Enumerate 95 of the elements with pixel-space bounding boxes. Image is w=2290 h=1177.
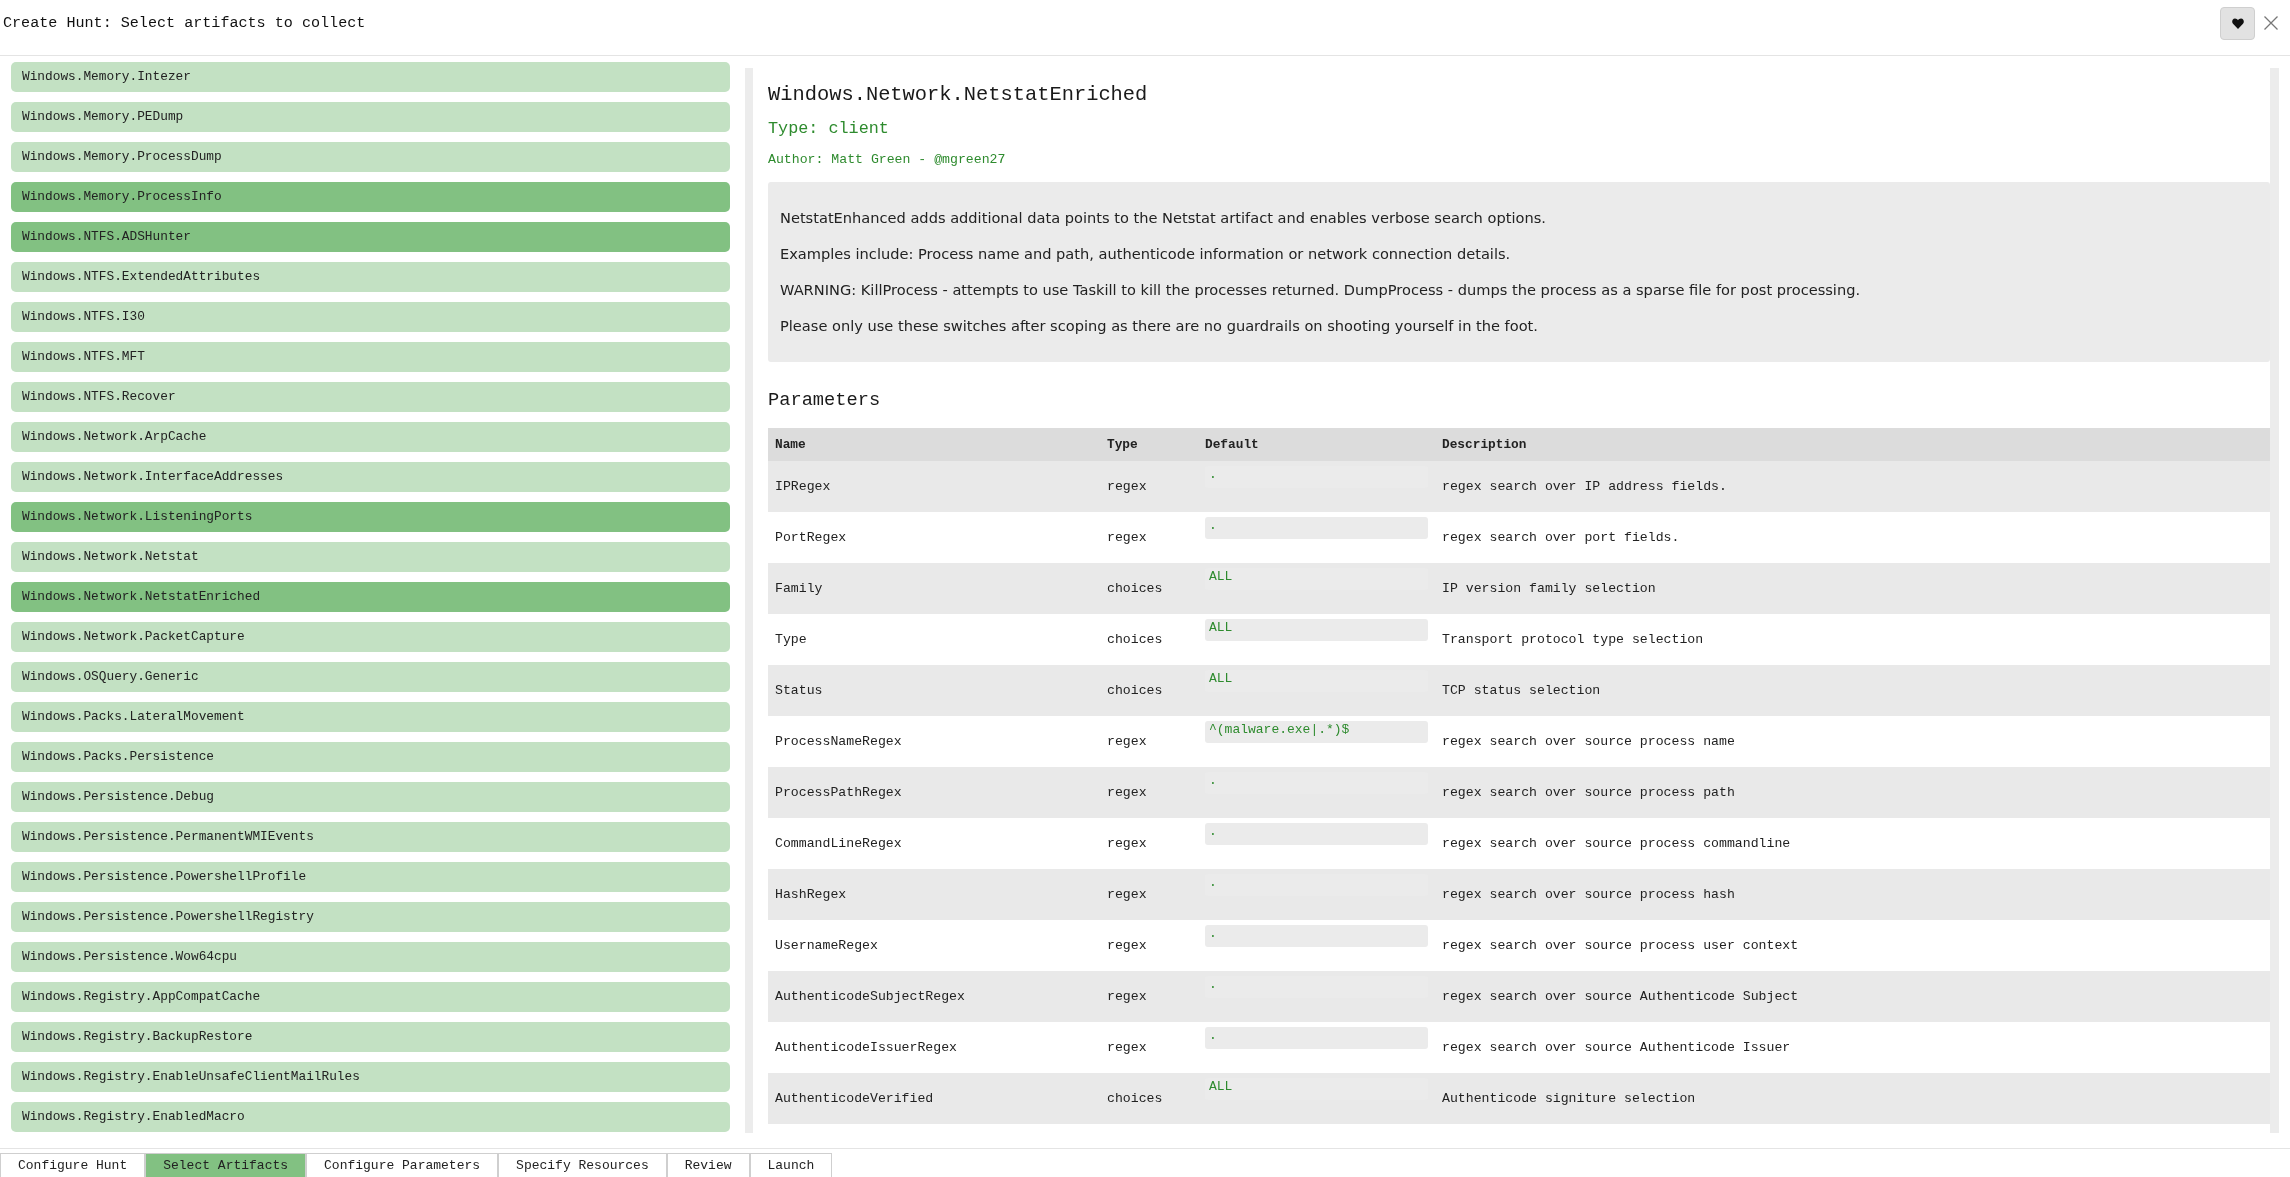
close-icon xyxy=(2264,16,2278,30)
artifact-item[interactable]: Windows.Memory.ProcessDump xyxy=(11,142,730,172)
artifact-item[interactable]: Windows.Packs.LateralMovement xyxy=(11,702,730,732)
table-cell-text: regex xyxy=(1106,834,1148,853)
wizard-tab[interactable]: Configure Parameters xyxy=(306,1153,499,1177)
artifact-item[interactable]: Windows.Network.Netstat xyxy=(11,542,730,572)
table-cell-text: regex xyxy=(1106,885,1148,904)
table-cell-text: Family xyxy=(774,579,824,598)
table-cell-text: AuthenticodeVerified xyxy=(774,1089,935,1108)
table-cell-text: choices xyxy=(1106,681,1164,700)
table-cell-text: AuthenticodeSubjectRegex xyxy=(774,987,966,1006)
table-cell-text: regex search over port fields. xyxy=(1441,528,1681,547)
column-header: Name xyxy=(774,435,807,454)
table-cell-text: choices xyxy=(1106,630,1164,649)
artifact-type: Type: client xyxy=(768,118,890,140)
artifact-item[interactable]: Windows.Persistence.Wow64cpu xyxy=(11,942,730,972)
table-cell-text: PortRegex xyxy=(774,528,848,547)
artifact-item[interactable]: Windows.NTFS.I30 xyxy=(11,302,730,332)
table-cell-text: Type xyxy=(774,630,808,649)
artifact-item[interactable]: Windows.Persistence.Debug xyxy=(11,782,730,812)
description-paragraph: NetstatEnhanced adds additional data points to the Netstat artifact and enables verbose search options. xyxy=(780,208,1547,228)
artifact-item[interactable]: Windows.Network.InterfaceAddresses xyxy=(11,462,730,492)
table-cell-text: CommandLineRegex xyxy=(774,834,903,853)
description-paragraph: Examples include: Process name and path, authenticode information or network connection details. xyxy=(780,244,1512,264)
default-field[interactable]: . xyxy=(1205,1027,1428,1049)
artifact-item[interactable]: Windows.Persistence.PowershellRegistry xyxy=(11,902,730,932)
artifact-item[interactable]: Windows.Memory.Intezer xyxy=(11,62,730,92)
table-cell-text: regex search over source process commandline xyxy=(1441,834,1792,853)
table-cell-text: regex search over source process hash xyxy=(1441,885,1736,904)
table-cell-text: regex search over IP address fields. xyxy=(1441,477,1728,496)
table-cell-text: regex xyxy=(1106,732,1148,751)
artifact-title: Windows.Network.NetstatEnriched xyxy=(768,82,1149,108)
default-field[interactable]: . xyxy=(1205,517,1428,539)
table-cell-text: regex search over source process name xyxy=(1441,732,1736,751)
column-header: Type xyxy=(1106,435,1139,454)
artifact-item[interactable]: Windows.Network.NetstatEnriched xyxy=(11,582,730,612)
default-field[interactable]: . xyxy=(1205,823,1428,845)
table-cell-text: regex xyxy=(1106,936,1148,955)
artifact-item[interactable]: Windows.Registry.AppCompatCache xyxy=(11,982,730,1012)
table-cell-text: IPRegex xyxy=(774,477,832,496)
table-cell-text: regex search over source process path xyxy=(1441,783,1736,802)
column-header: Description xyxy=(1441,435,1528,454)
table-cell-text: regex search over source process user context xyxy=(1441,936,1800,955)
artifact-item[interactable]: Windows.Registry.BackupRestore xyxy=(11,1022,730,1052)
table-cell-text: choices xyxy=(1106,1089,1164,1108)
table-cell-text: HashRegex xyxy=(774,885,848,904)
column-header: Default xyxy=(1204,435,1260,454)
table-cell-text: ProcessPathRegex xyxy=(774,783,903,802)
artifact-item[interactable]: Windows.Persistence.PowershellProfile xyxy=(11,862,730,892)
wizard-tab[interactable]: Select Artifacts xyxy=(145,1153,307,1177)
default-field[interactable]: . xyxy=(1205,925,1428,947)
artifact-item[interactable]: Windows.NTFS.Recover xyxy=(11,382,730,412)
default-field[interactable]: ^(malware.exe|.*)$ xyxy=(1205,721,1428,743)
table-cell-text: regex xyxy=(1106,477,1148,496)
table-cell-text: Authenticode signiture selection xyxy=(1441,1089,1697,1108)
artifact-item[interactable]: Windows.Memory.ProcessInfo xyxy=(11,182,730,212)
parameters-heading: Parameters xyxy=(768,388,882,413)
artifact-item[interactable]: Windows.Network.PacketCapture xyxy=(11,622,730,652)
table-cell-text: Status xyxy=(774,681,824,700)
artifact-item[interactable]: Windows.NTFS.ADSHunter xyxy=(11,222,730,252)
table-cell-text: regex xyxy=(1106,528,1148,547)
table-cell-text: regex xyxy=(1106,1038,1148,1057)
table-cell-text: TCP status selection xyxy=(1441,681,1602,700)
wizard-tab[interactable]: Specify Resources xyxy=(498,1153,667,1177)
heart-icon xyxy=(2231,17,2244,29)
artifact-author: Author: Matt Green - @mgreen27 xyxy=(768,151,1007,169)
table-cell-text: regex search over source Authenticode Subject xyxy=(1441,987,1800,1006)
table-cell-text: regex xyxy=(1106,987,1148,1006)
table-cell-text: AuthenticodeIssuerRegex xyxy=(774,1038,959,1057)
wizard-tab[interactable]: Review xyxy=(666,1153,750,1177)
artifact-item[interactable]: Windows.Network.ArpCache xyxy=(11,422,730,452)
artifact-item[interactable]: Windows.OSQuery.Generic xyxy=(11,662,730,692)
artifact-item[interactable]: Windows.Network.ListeningPorts xyxy=(11,502,730,532)
artifact-item[interactable]: Windows.Persistence.PermanentWMIEvents xyxy=(11,822,730,852)
artifact-item[interactable]: Windows.NTFS.ExtendedAttributes xyxy=(11,262,730,292)
window-title: Create Hunt: Select artifacts to collect xyxy=(3,13,366,33)
artifact-item[interactable]: Windows.Registry.EnableUnsafeClientMailRules xyxy=(11,1062,730,1092)
artifact-item[interactable]: Windows.NTFS.MFT xyxy=(11,342,730,372)
heart-button[interactable] xyxy=(2220,6,2255,40)
artifact-item[interactable]: Windows.Registry.EnabledMacro xyxy=(11,1102,730,1132)
description-paragraph: Please only use these switches after scoping as there are no guardrails on shooting yourself in the foot. xyxy=(780,316,1539,336)
description-paragraph: WARNING: KillProcess - attempts to use Taskill to kill the processes returned. DumpProcess - dumps the process as a sparse file for post processing. xyxy=(780,280,1862,300)
table-cell-text: regex search over source Authenticode Issuer xyxy=(1441,1038,1792,1057)
table-cell-text: Transport protocol type selection xyxy=(1441,630,1705,649)
table-cell-text: IP version family selection xyxy=(1441,579,1657,598)
wizard-tab[interactable]: Launch xyxy=(749,1153,833,1177)
artifact-item[interactable]: Windows.Packs.Persistence xyxy=(11,742,730,772)
table-cell-text: regex xyxy=(1106,783,1148,802)
close-button[interactable] xyxy=(2264,16,2278,30)
artifact-item[interactable]: Windows.Memory.PEDump xyxy=(11,102,730,132)
default-field[interactable]: ALL xyxy=(1205,619,1428,641)
table-cell-text: ProcessNameRegex xyxy=(774,732,903,751)
table-cell-text: choices xyxy=(1106,579,1164,598)
table-cell-text: UsernameRegex xyxy=(774,936,879,955)
wizard-tab[interactable]: Configure Hunt xyxy=(0,1153,146,1177)
